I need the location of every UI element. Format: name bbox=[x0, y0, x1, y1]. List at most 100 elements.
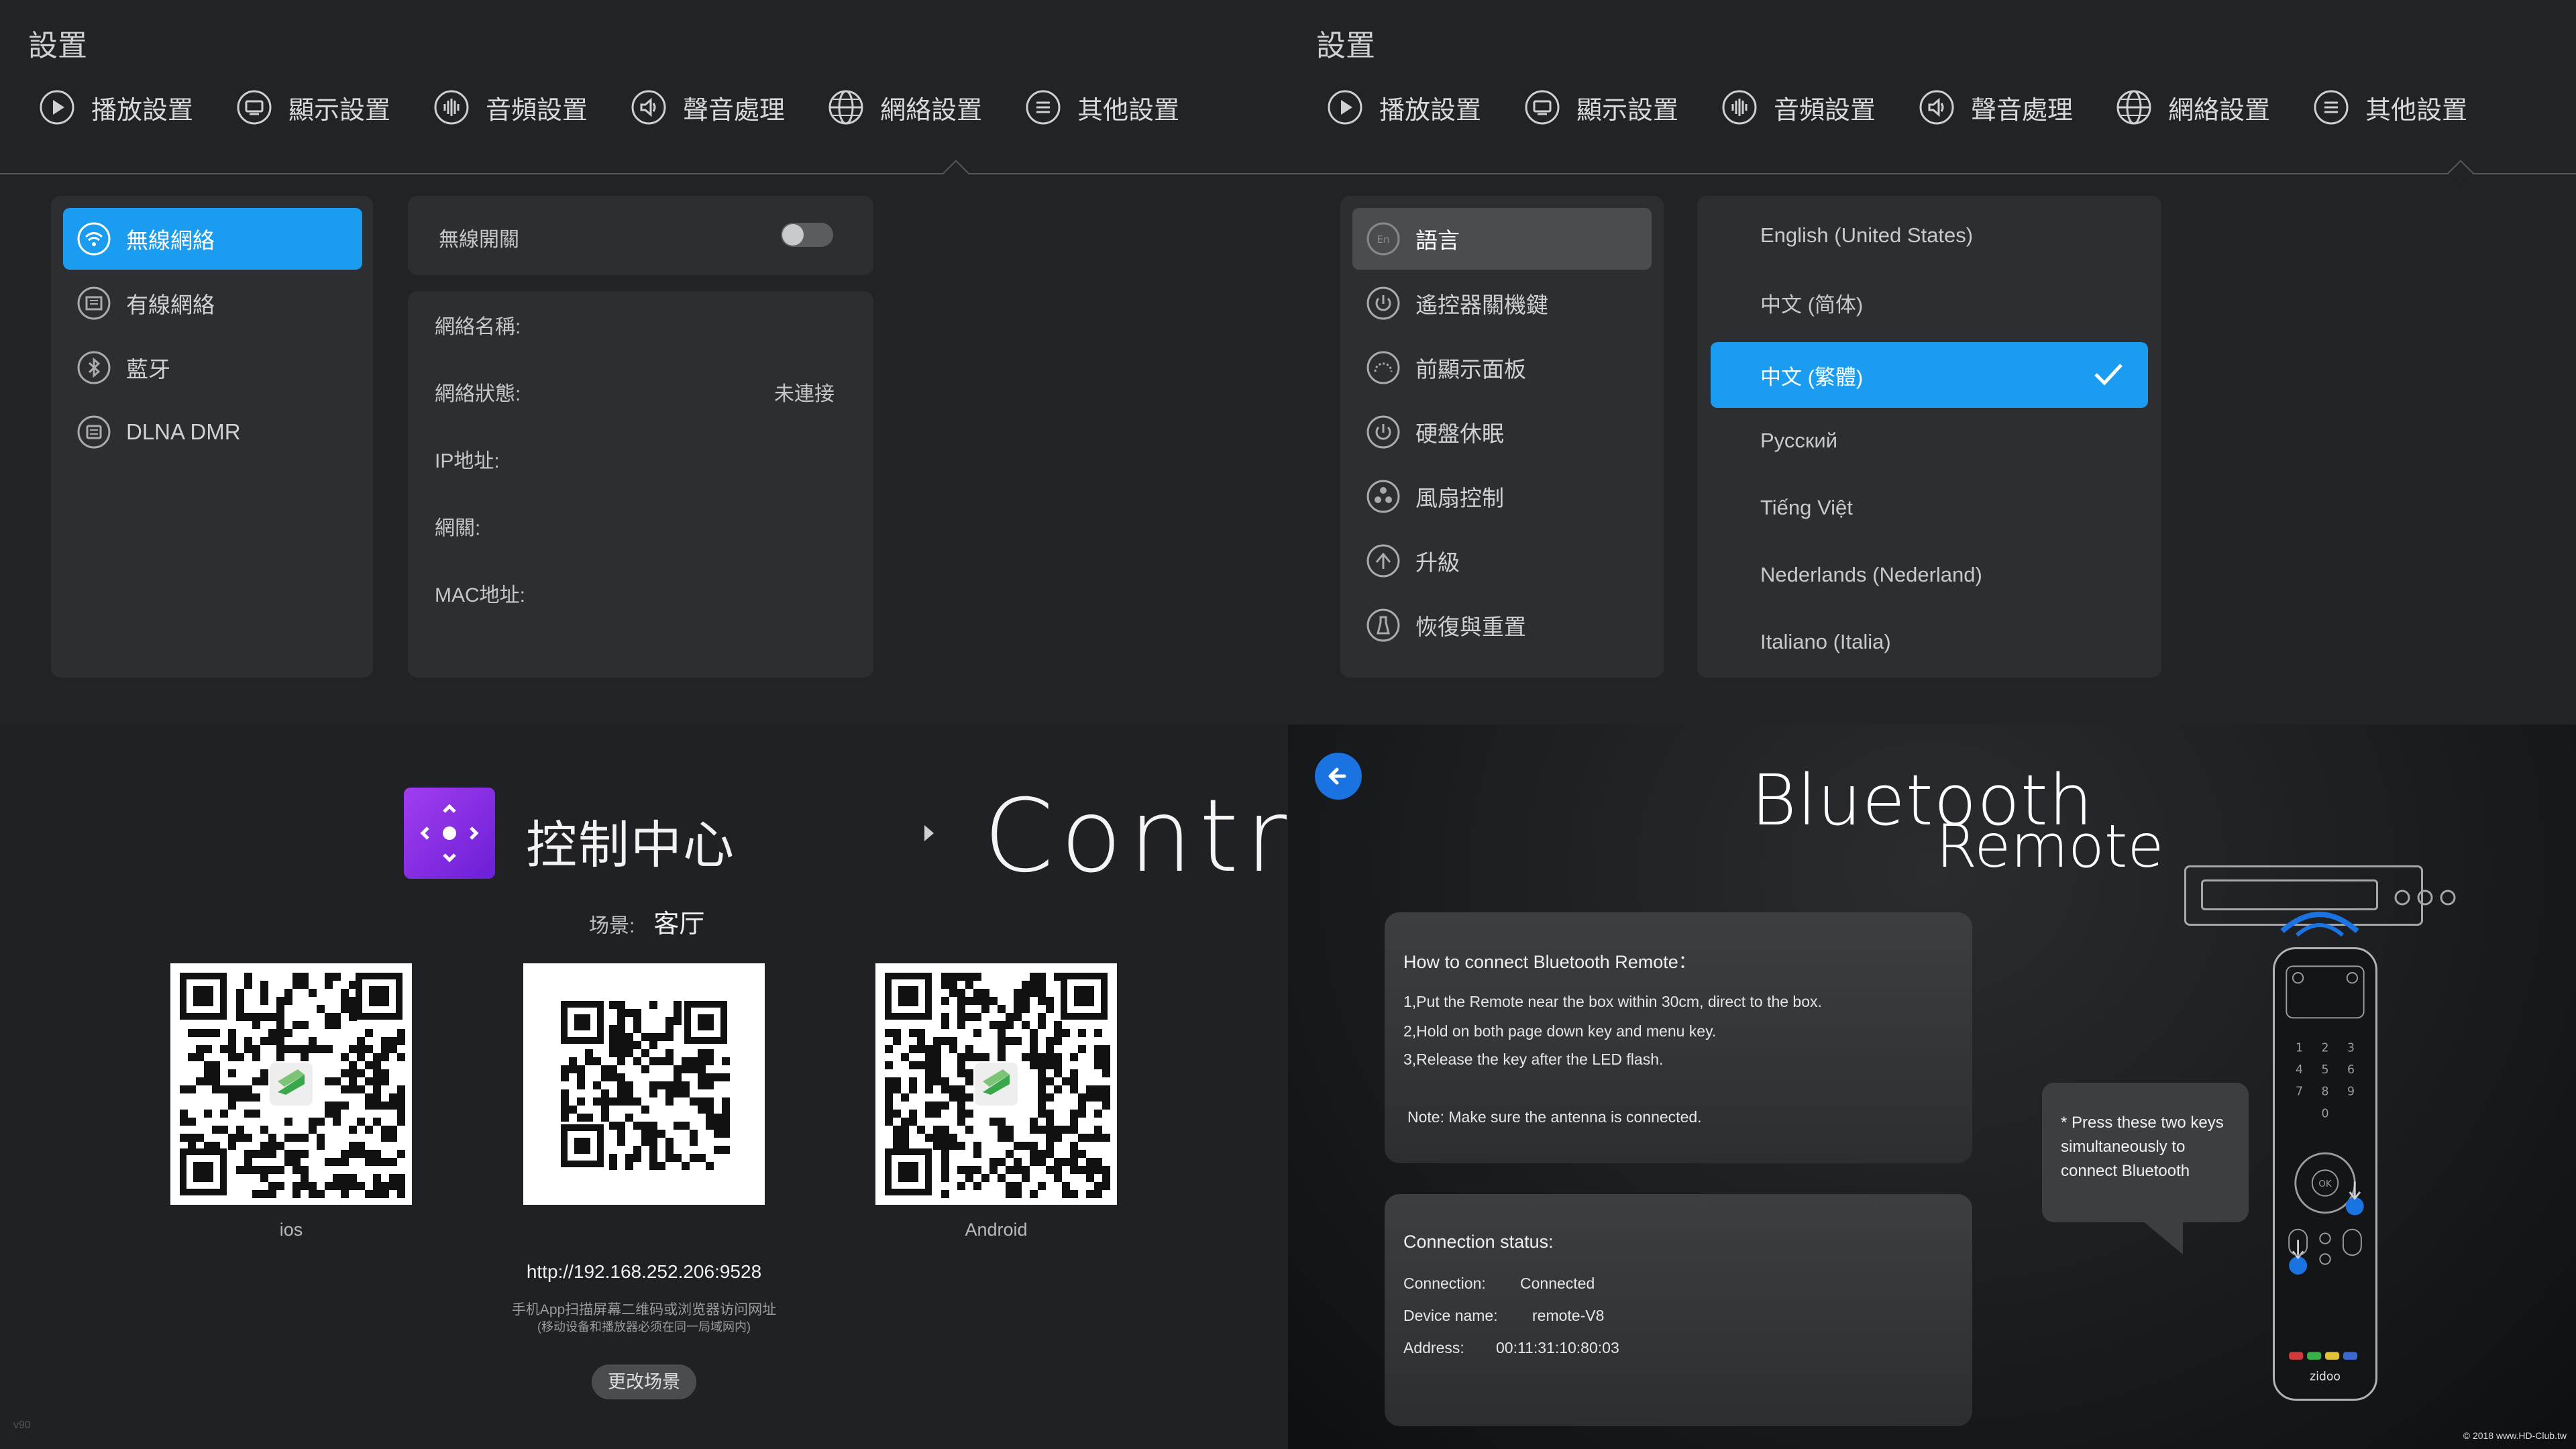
press-keys-tooltip: * Press these two keys simultaneously to… bbox=[2042, 1083, 2249, 1254]
tab-playback[interactable]: 播放設置 bbox=[1327, 87, 1481, 127]
back-button[interactable] bbox=[1315, 753, 1362, 800]
svg-text:9: 9 bbox=[2347, 1085, 2355, 1099]
list-icon bbox=[2314, 90, 2349, 125]
menu-item-wireless[interactable]: 無線網絡 bbox=[63, 208, 362, 270]
tab-audio[interactable]: 音頻設置 bbox=[1721, 87, 1876, 127]
tab-sound-processing[interactable]: 聲音處理 bbox=[631, 87, 785, 127]
active-tab-indicator bbox=[2447, 160, 2474, 186]
language-option[interactable]: 中文 (简体) bbox=[1711, 270, 2148, 335]
scene-value: 客厅 bbox=[653, 910, 705, 938]
speaker-icon bbox=[1919, 90, 1954, 125]
remote-control-illustration: 1 2 3 4 5 6 7 8 9 0 OK zidoo bbox=[2273, 947, 2377, 1401]
qr-code-graphic bbox=[875, 963, 1117, 1205]
info-label-ssid: 網絡名稱: bbox=[435, 316, 521, 338]
step-2: 2,Hold on both page down key and menu ke… bbox=[1403, 1022, 1717, 1040]
connection-status-card: Connection status: Connection: Connected… bbox=[1385, 1194, 1972, 1426]
menu-item-upgrade[interactable]: 升級 bbox=[1352, 530, 1652, 592]
bluetooth-icon bbox=[77, 351, 111, 384]
network-info-panel: 網絡名稱: 網絡狀態: 未連接 IP地址: 網關: MAC地址: bbox=[408, 291, 873, 678]
antenna-note: Note: Make sure the antenna is connected… bbox=[1407, 1108, 1702, 1126]
qr-code-graphic bbox=[523, 963, 765, 1205]
svg-text:0: 0 bbox=[2321, 1107, 2328, 1120]
play-icon bbox=[1328, 90, 1362, 125]
control-center-app-icon bbox=[404, 788, 495, 879]
other-menu-panel: En 語言 遙控器關機鍵 前顯示面板 硬盤休眠 風扇控制 升級 恢復與重置 bbox=[1340, 196, 1664, 678]
language-option-selected[interactable]: 中文 (繁體) bbox=[1711, 342, 2148, 408]
scene-indicator: 场景: 客厅 bbox=[589, 910, 705, 938]
language-option[interactable]: Nederlands (Nederland) bbox=[1711, 542, 2148, 608]
qr-label-ios: ios bbox=[279, 1220, 303, 1240]
gauge-icon bbox=[1366, 351, 1400, 384]
tab-audio[interactable]: 音頻設置 bbox=[433, 87, 588, 127]
play-icon bbox=[40, 90, 74, 125]
step-1: 1,Put the Remote near the box within 30c… bbox=[1403, 993, 1822, 1010]
access-url: http://192.168.252.206:9528 bbox=[526, 1261, 762, 1282]
menu-item-wired[interactable]: 有線網絡 bbox=[63, 272, 362, 334]
audio-wave-icon bbox=[434, 90, 469, 125]
play-arrow-icon bbox=[924, 825, 934, 841]
ethernet-icon bbox=[77, 286, 111, 320]
globe-icon bbox=[828, 90, 863, 125]
reset-icon bbox=[1366, 608, 1400, 642]
menu-item-dlna[interactable]: DLNA DMR bbox=[63, 401, 362, 463]
language-option[interactable]: English (United States) bbox=[1711, 203, 2148, 268]
menu-item-language[interactable]: En 語言 bbox=[1352, 208, 1652, 270]
settings-tabs: 播放設置 顯示設置 音頻設置 聲音處理 網絡設置 其他設置 bbox=[1327, 87, 2510, 127]
info-value-status: 未連接 bbox=[774, 383, 835, 405]
language-icon: En bbox=[1366, 222, 1400, 256]
qr-code-ios bbox=[170, 963, 412, 1205]
power-icon bbox=[1366, 286, 1400, 320]
language-option[interactable]: Italiano (Italia) bbox=[1711, 609, 2148, 675]
language-option[interactable]: Русский bbox=[1711, 408, 2148, 474]
tab-divider bbox=[1288, 173, 2576, 174]
tab-playback[interactable]: 播放設置 bbox=[39, 87, 193, 127]
remote-buttons-graphic: 1 2 3 4 5 6 7 8 9 0 OK zidoo bbox=[2286, 965, 2365, 1384]
menu-item-reset[interactable]: 恢復與重置 bbox=[1352, 594, 1652, 656]
address-value: 00:11:31:10:80:03 bbox=[1496, 1339, 1619, 1356]
page-title: 設置 bbox=[1316, 30, 1375, 62]
menu-item-hdd-sleep[interactable]: 硬盤休眠 bbox=[1352, 401, 1652, 463]
network-menu-panel: 無線網絡 有線網絡 藍牙 DLNA DMR bbox=[51, 196, 373, 678]
menu-item-remote-power-key[interactable]: 遙控器關機鍵 bbox=[1352, 272, 1652, 334]
svg-text:3: 3 bbox=[2347, 1041, 2355, 1055]
qr-code-android bbox=[875, 963, 1117, 1205]
tab-display[interactable]: 顯示設置 bbox=[236, 87, 390, 127]
svg-text:4: 4 bbox=[2296, 1063, 2303, 1077]
active-tab-indicator bbox=[943, 160, 969, 186]
tab-network[interactable]: 網絡設置 bbox=[828, 87, 982, 127]
step-3: 3,Release the key after the LED flash. bbox=[1403, 1051, 1664, 1068]
wireless-switch-panel: 無線開關 bbox=[408, 196, 873, 275]
tab-network[interactable]: 網絡設置 bbox=[2116, 87, 2270, 127]
control-center-banner-text: Contro bbox=[983, 778, 1288, 895]
device-name-label: Device name: bbox=[1403, 1307, 1498, 1324]
menu-item-front-panel[interactable]: 前顯示面板 bbox=[1352, 337, 1652, 398]
watermark: © 2018 www.HD-Club.tw bbox=[2463, 1430, 2567, 1441]
fan-icon bbox=[1366, 480, 1400, 513]
menu-item-bluetooth[interactable]: 藍牙 bbox=[63, 337, 362, 398]
tab-other[interactable]: 其他設置 bbox=[1025, 87, 1179, 127]
change-scene-button[interactable]: 更改场景 bbox=[592, 1364, 696, 1399]
language-option[interactable]: Tiếng Việt bbox=[1711, 475, 2148, 541]
how-to-connect-card: How to connect Bluetooth Remote： 1,Put t… bbox=[1385, 912, 1972, 1163]
qr-label-android: Android bbox=[965, 1220, 1028, 1240]
tab-display[interactable]: 顯示設置 bbox=[1524, 87, 1678, 127]
tab-sound-processing[interactable]: 聲音處理 bbox=[1919, 87, 2073, 127]
tab-other[interactable]: 其他設置 bbox=[2313, 87, 2467, 127]
svg-text:8: 8 bbox=[2321, 1085, 2328, 1099]
svg-text:1: 1 bbox=[2296, 1041, 2303, 1055]
svg-text:7: 7 bbox=[2296, 1085, 2303, 1099]
address-label: Address: bbox=[1403, 1339, 1464, 1356]
qr-code-web bbox=[523, 963, 765, 1205]
menu-item-fan-control[interactable]: 風扇控制 bbox=[1352, 466, 1652, 527]
bluetooth-remote-screen: Bluetooth Remote How to connect Bluetoot… bbox=[1288, 724, 2576, 1449]
control-center-screen: 控制中心 Contro 场景:客厅 bbox=[0, 724, 1288, 1449]
wireless-toggle[interactable] bbox=[781, 223, 833, 247]
arrow-left-icon bbox=[1328, 767, 1346, 785]
version-label: v90 bbox=[13, 1419, 31, 1431]
info-label-gateway: 網關: bbox=[435, 517, 481, 539]
remote-title: Remote bbox=[1936, 812, 2164, 881]
device-name-value: remote-V8 bbox=[1532, 1307, 1605, 1324]
how-to-title: How to connect Bluetooth Remote： bbox=[1403, 952, 1697, 972]
info-label-mac: MAC地址: bbox=[435, 584, 525, 606]
remote-brand-logo: zidoo bbox=[2310, 1371, 2341, 1384]
